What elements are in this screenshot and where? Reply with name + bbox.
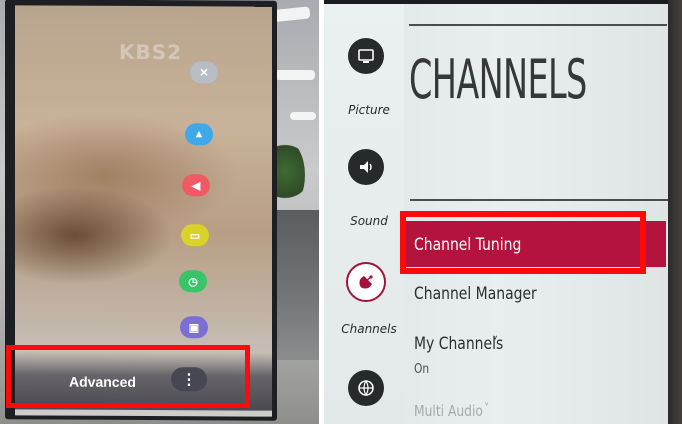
menu-item-my-channels[interactable]: My Channels (414, 334, 503, 354)
chevron-down-icon: ˅ (484, 402, 490, 417)
picture-icon: ▲ (193, 128, 205, 141)
nav-item-channels[interactable] (346, 262, 386, 302)
network-icon (358, 380, 374, 396)
picture-settings-icon (358, 49, 374, 63)
ceiling-light (275, 70, 315, 80)
page-title: CHANNELS (409, 48, 587, 111)
settings-menu-panel: Picture Sound Channels CHANNELS Channel … (324, 4, 672, 424)
my-channels-value: On (414, 362, 430, 377)
lock-icon: ▣ (188, 321, 200, 334)
advanced-highlight-box (6, 345, 250, 408)
channel-tuning-highlight-box (400, 211, 646, 274)
chevron-down-icon: ˅ (492, 334, 499, 352)
ceiling-light (290, 112, 316, 120)
sound-icon: ◀ (191, 179, 201, 192)
lock-button[interactable]: ▣ (180, 316, 208, 339)
channel-watermark: KBS2 (119, 39, 183, 65)
nav-label-sound[interactable]: Sound (334, 214, 404, 228)
picture-mode-button[interactable]: ▲ (185, 123, 213, 146)
menu-item-channel-manager[interactable]: Channel Manager (414, 284, 537, 304)
channels-satellite-icon (359, 275, 373, 289)
section-rule (410, 199, 668, 201)
sound-mode-button[interactable]: ◀ (182, 174, 210, 197)
menu-item-multi-audio[interactable]: Multi Audio (414, 402, 483, 420)
settings-side-nav: Picture Sound Channels (324, 4, 404, 424)
aspect-ratio-button[interactable]: ▭ (181, 224, 209, 247)
sound-settings-icon (360, 161, 372, 173)
nav-item-network[interactable] (348, 370, 384, 406)
nav-label-channels[interactable]: Channels (334, 322, 404, 336)
nav-item-sound[interactable] (348, 149, 384, 185)
close-icon: ✕ (199, 66, 209, 79)
tv-bezel-edge (668, 0, 682, 424)
close-button[interactable]: ✕ (190, 61, 218, 84)
sleep-timer-button[interactable]: ◷ (179, 270, 207, 293)
nav-label-picture[interactable]: Picture (334, 103, 404, 117)
aspect-ratio-icon: ▭ (189, 229, 201, 242)
nav-item-picture[interactable] (348, 38, 384, 74)
right-photo: Picture Sound Channels CHANNELS Channel … (324, 0, 682, 424)
title-top-rule (409, 24, 667, 26)
left-photo: KBS2 ✕ ▲ ◀ ▭ ◷ ▣ Advanced ⋮ (0, 0, 319, 424)
timer-icon: ◷ (188, 275, 198, 288)
